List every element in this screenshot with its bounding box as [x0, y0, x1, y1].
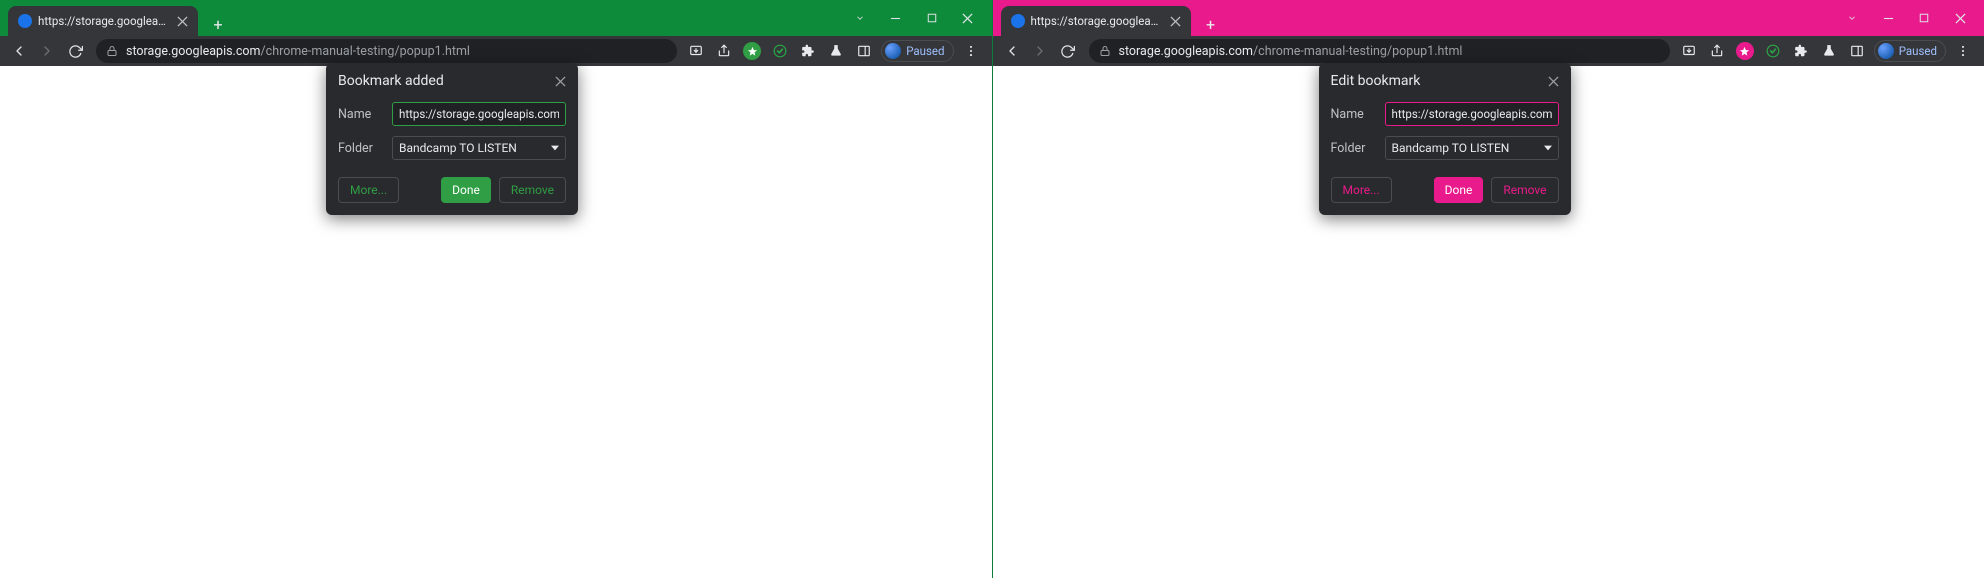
chevron-down-icon: [551, 144, 559, 152]
folder-select[interactable]: Bandcamp TO LISTEN: [392, 136, 566, 160]
lock-icon: [106, 45, 118, 57]
window-maximize-icon[interactable]: [922, 8, 942, 28]
folder-value: Bandcamp TO LISTEN: [399, 141, 517, 155]
window-titlebar: https://storage.googleapis.com/c +: [0, 0, 992, 36]
tab-close-icon[interactable]: [177, 16, 188, 27]
toolbar-actions: Paused: [685, 40, 981, 62]
name-input[interactable]: [399, 107, 559, 121]
nav-forward-button[interactable]: [1027, 38, 1053, 64]
favicon-icon: [18, 14, 32, 28]
nav-forward-button[interactable]: [34, 38, 60, 64]
browser-tab[interactable]: https://storage.googleapis.com/c: [8, 6, 198, 36]
folder-label: Folder: [1331, 141, 1375, 156]
window-controls: [850, 0, 992, 36]
tab-title: https://storage.googleapis.com/c: [38, 14, 171, 28]
labs-flask-icon[interactable]: [1818, 40, 1840, 62]
address-bar: storage.googleapis.com/chrome-manual-tes…: [0, 36, 992, 66]
tab-close-icon[interactable]: [1170, 16, 1181, 27]
window-close-icon[interactable]: [1950, 8, 1970, 28]
window-close-icon[interactable]: [958, 8, 978, 28]
url-path: /chrome-manual-testing/popup1.html: [261, 44, 470, 59]
folder-value: Bandcamp TO LISTEN: [1392, 141, 1510, 155]
chevron-down-icon: [1544, 144, 1552, 152]
window-minimize-icon[interactable]: [1878, 8, 1898, 28]
url-host: storage.googleapis.com: [126, 44, 261, 59]
url-text: storage.googleapis.com/chrome-manual-tes…: [1119, 44, 1463, 59]
bookmark-popup: Edit bookmark Name Folder Bandcamp TO LI…: [1319, 63, 1571, 215]
remove-button[interactable]: Remove: [1491, 177, 1558, 203]
install-pwa-icon[interactable]: [685, 40, 707, 62]
browser-tab[interactable]: https://storage.googleapis.com/c: [1001, 6, 1191, 36]
tab-title: https://storage.googleapis.com/c: [1031, 14, 1164, 28]
extensions-puzzle-icon[interactable]: [1790, 40, 1812, 62]
window-maximize-icon[interactable]: [1914, 8, 1934, 28]
window-titlebar: https://storage.googleapis.com/c +: [993, 0, 1984, 36]
name-label: Name: [1331, 107, 1375, 122]
avatar-icon: [885, 43, 901, 59]
popup-close-icon[interactable]: [1548, 76, 1559, 87]
url-text: storage.googleapis.com/chrome-manual-tes…: [126, 44, 470, 59]
more-button[interactable]: More...: [1331, 177, 1392, 203]
name-label: Name: [338, 107, 382, 122]
nav-back-button[interactable]: [999, 38, 1025, 64]
name-input-wrap: [1385, 102, 1559, 126]
omnibox[interactable]: storage.googleapis.com/chrome-manual-tes…: [1089, 39, 1670, 63]
nav-back-button[interactable]: [6, 38, 32, 64]
paused-label: Paused: [906, 44, 944, 58]
nav-reload-button[interactable]: [62, 38, 88, 64]
extensions-puzzle-icon[interactable]: [797, 40, 819, 62]
avatar-icon: [1878, 43, 1894, 59]
bookmark-star-icon[interactable]: [1734, 40, 1756, 62]
toolbar-actions: Paused: [1678, 40, 1974, 62]
address-bar: storage.googleapis.com/chrome-manual-tes…: [993, 36, 1984, 66]
url-host: storage.googleapis.com: [1119, 44, 1254, 59]
share-icon[interactable]: [1706, 40, 1728, 62]
done-button[interactable]: Done: [441, 177, 491, 203]
extension-check-icon[interactable]: [769, 40, 791, 62]
url-path: /chrome-manual-testing/popup1.html: [1253, 44, 1462, 59]
favicon-icon: [1011, 14, 1025, 28]
done-button[interactable]: Done: [1434, 177, 1484, 203]
share-icon[interactable]: [713, 40, 735, 62]
install-pwa-icon[interactable]: [1678, 40, 1700, 62]
side-panel-icon[interactable]: [1846, 40, 1868, 62]
nav-reload-button[interactable]: [1055, 38, 1081, 64]
new-tab-button[interactable]: +: [1199, 12, 1223, 36]
window-controls: [1842, 0, 1984, 36]
popup-title: Edit bookmark: [1331, 73, 1421, 89]
lock-icon: [1099, 45, 1111, 57]
profile-paused-button[interactable]: Paused: [881, 40, 953, 62]
labs-flask-icon[interactable]: [825, 40, 847, 62]
popup-title: Bookmark added: [338, 73, 444, 89]
name-input-wrap: [392, 102, 566, 126]
paused-label: Paused: [1899, 44, 1937, 58]
remove-button[interactable]: Remove: [499, 177, 566, 203]
bookmark-star-icon[interactable]: [741, 40, 763, 62]
tab-search-icon[interactable]: [850, 8, 870, 28]
profile-paused-button[interactable]: Paused: [1874, 40, 1946, 62]
popup-close-icon[interactable]: [555, 76, 566, 87]
new-tab-button[interactable]: +: [206, 12, 230, 36]
folder-label: Folder: [338, 141, 382, 156]
omnibox[interactable]: storage.googleapis.com/chrome-manual-tes…: [96, 39, 677, 63]
extension-check-icon[interactable]: [1762, 40, 1784, 62]
window-minimize-icon[interactable]: [886, 8, 906, 28]
app-menu-icon[interactable]: [1952, 40, 1974, 62]
folder-select[interactable]: Bandcamp TO LISTEN: [1385, 136, 1559, 160]
app-menu-icon[interactable]: [960, 40, 982, 62]
tab-search-icon[interactable]: [1842, 8, 1862, 28]
more-button[interactable]: More...: [338, 177, 399, 203]
side-panel-icon[interactable]: [853, 40, 875, 62]
bookmark-popup: Bookmark added Name Folder Bandcamp TO L…: [326, 63, 578, 215]
name-input[interactable]: [1392, 107, 1552, 121]
